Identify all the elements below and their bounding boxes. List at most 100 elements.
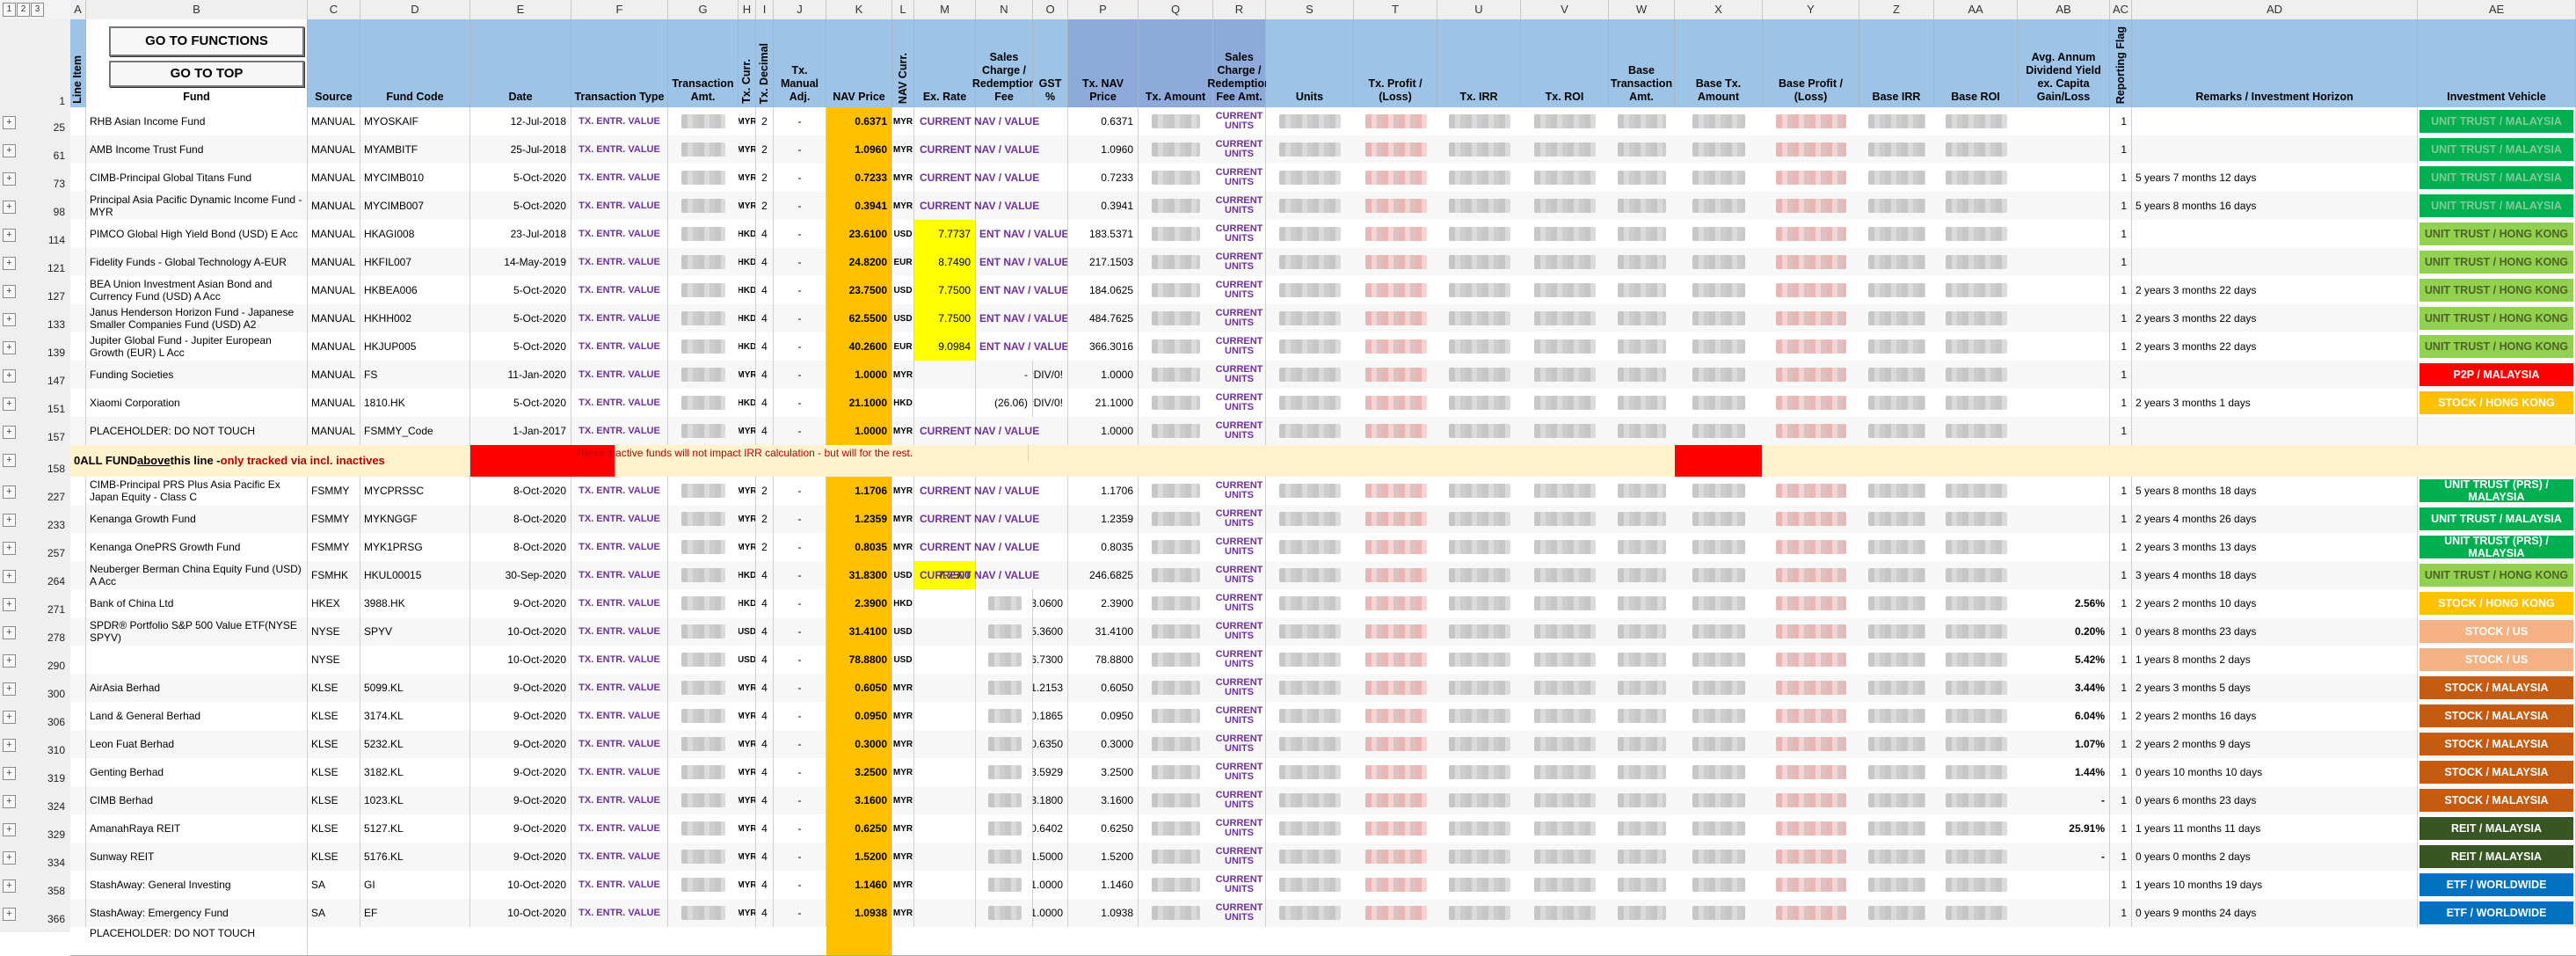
fund-code: MYKNGGF	[360, 505, 470, 533]
source: NYSE	[308, 646, 360, 674]
expand-row-toggle[interactable]: +	[3, 285, 16, 298]
column-header-ac[interactable]: AC	[2110, 0, 2132, 19]
sales-charge-amt: CURRENT UNITS	[1213, 304, 1266, 332]
redacted-value	[1692, 850, 1745, 864]
table-row: Kenanga Growth Fund FSMMY MYKNGGF 8-Oct-202…	[70, 505, 2576, 534]
column-header-ad[interactable]: AD	[2132, 0, 2418, 19]
outline-level-3-button[interactable]: 3	[31, 3, 44, 17]
source: NYSE	[308, 617, 360, 646]
expand-row-toggle[interactable]: +	[3, 454, 16, 467]
expand-row-toggle[interactable]: +	[3, 313, 16, 326]
redacted-value	[1448, 681, 1510, 695]
expand-row-toggle[interactable]: +	[3, 398, 16, 411]
column-header-u[interactable]: U	[1437, 0, 1521, 19]
expand-row-toggle[interactable]: +	[3, 823, 16, 836]
transaction-type: TX. ENTR. VALUE	[571, 814, 668, 843]
fund-name: PLACEHOLDER: DO NOT TOUCH	[86, 927, 308, 955]
redacted-value	[1364, 568, 1427, 582]
redacted-value	[1152, 540, 1200, 554]
expand-row-toggle[interactable]: +	[3, 626, 16, 639]
header-label: Sales Charge / Redemption Fee	[971, 51, 1037, 103]
column-header-y[interactable]: Y	[1763, 0, 1859, 19]
redacted-value	[1618, 540, 1666, 554]
expand-row-toggle[interactable]: +	[3, 795, 16, 808]
nav-price: 0.0950	[826, 702, 892, 730]
expand-row-toggle[interactable]: +	[3, 485, 16, 499]
expand-row-toggle[interactable]: +	[3, 229, 16, 242]
column-header-k[interactable]: K	[826, 0, 892, 19]
dividend-yield: -	[2018, 843, 2110, 871]
column-header-h[interactable]: H	[739, 0, 756, 19]
expand-row-toggle[interactable]: +	[3, 739, 16, 752]
expand-row-toggle[interactable]: +	[3, 144, 16, 157]
column-header-p[interactable]: P	[1068, 0, 1139, 19]
expand-row-toggle[interactable]: +	[3, 654, 16, 668]
current-units-label: CURRENT UNITS	[1215, 308, 1263, 328]
column-header-i[interactable]: I	[756, 0, 774, 19]
redacted-value	[1534, 114, 1596, 128]
tx-entr-value: TX. ENTR. VALUE	[579, 682, 660, 693]
column-header-v[interactable]: V	[1521, 0, 1609, 19]
outline-level-1-button[interactable]: 1	[3, 3, 16, 17]
column-header-q[interactable]: Q	[1139, 0, 1213, 19]
column-header-z[interactable]: Z	[1859, 0, 1934, 19]
column-header-b[interactable]: B	[86, 0, 308, 19]
expand-row-toggle[interactable]: +	[3, 341, 16, 354]
source: MANUAL	[308, 361, 360, 389]
expand-row-toggle[interactable]: +	[3, 116, 16, 129]
header-r: Sales Charge / Redemption Fee Amt.	[1207, 19, 1271, 107]
column-header-g[interactable]: G	[668, 0, 739, 19]
line-item-cell	[70, 389, 86, 417]
column-header-d[interactable]: D	[360, 0, 470, 19]
expand-row-toggle[interactable]: +	[3, 426, 16, 439]
column-header-e[interactable]: E	[470, 0, 571, 19]
expand-row-toggle[interactable]: +	[3, 598, 16, 611]
expand-row-toggle[interactable]: +	[3, 257, 16, 270]
redacted-value	[1945, 568, 2007, 582]
column-header-x[interactable]: X	[1675, 0, 1763, 19]
expand-row-toggle[interactable]: +	[3, 908, 16, 921]
go-to-functions-button[interactable]: GO TO FUNCTIONS	[109, 26, 304, 56]
column-header-j[interactable]: J	[774, 0, 826, 19]
column-header-t[interactable]: T	[1354, 0, 1437, 19]
redacted-value	[681, 171, 725, 185]
expand-row-toggle[interactable]: +	[3, 767, 16, 780]
expand-row-toggle[interactable]: +	[3, 542, 16, 555]
column-header-s[interactable]: S	[1266, 0, 1354, 19]
column-header-a[interactable]: A	[70, 0, 86, 19]
remarks	[2132, 248, 2418, 276]
column-header-n[interactable]: N	[976, 0, 1033, 19]
redacted-value	[1868, 821, 1925, 836]
go-to-top-button[interactable]: GO TO TOP	[109, 61, 304, 87]
line-item-cell	[70, 135, 86, 164]
column-header-f[interactable]: F	[571, 0, 668, 19]
expand-row-toggle[interactable]: +	[3, 879, 16, 893]
fund-name: Leon Fuat Berhad	[86, 730, 308, 758]
expand-row-toggle[interactable]: +	[3, 851, 16, 865]
column-header-o[interactable]: O	[1033, 0, 1068, 19]
expand-row-toggle[interactable]: +	[3, 570, 16, 583]
column-header-aa[interactable]: AA	[1934, 0, 2018, 19]
expand-row-toggle[interactable]: +	[3, 172, 16, 186]
vehicle-tag: UNIT TRUST / HONG KONG	[2420, 307, 2573, 330]
redacted-value	[1692, 596, 1745, 610]
redacted-value	[681, 424, 725, 438]
expand-row-toggle[interactable]: +	[3, 711, 16, 724]
sales-charge-amt: CURRENT UNITS	[1213, 389, 1266, 417]
outline-level-2-button[interactable]: 2	[17, 3, 30, 17]
expand-row-toggle[interactable]: +	[3, 201, 16, 214]
header-label: Tx. Curr.	[740, 59, 753, 104]
expand-row-toggle[interactable]: +	[3, 369, 16, 383]
column-header-c[interactable]: C	[308, 0, 360, 19]
column-header-w[interactable]: W	[1609, 0, 1675, 19]
tx-entr-value: TX. ENTR. VALUE	[579, 143, 660, 155]
column-header-l[interactable]: L	[892, 0, 914, 19]
expand-row-toggle[interactable]: +	[3, 682, 16, 696]
column-header-r[interactable]: R	[1213, 0, 1266, 19]
column-header-ab[interactable]: AB	[2018, 0, 2110, 19]
column-header-m[interactable]: M	[914, 0, 976, 19]
redacted-value	[1868, 624, 1925, 639]
expand-row-toggle[interactable]: +	[3, 514, 16, 527]
dividend-yield: 1.44%	[2018, 758, 2110, 786]
column-header-ae[interactable]: AE	[2418, 0, 2576, 19]
